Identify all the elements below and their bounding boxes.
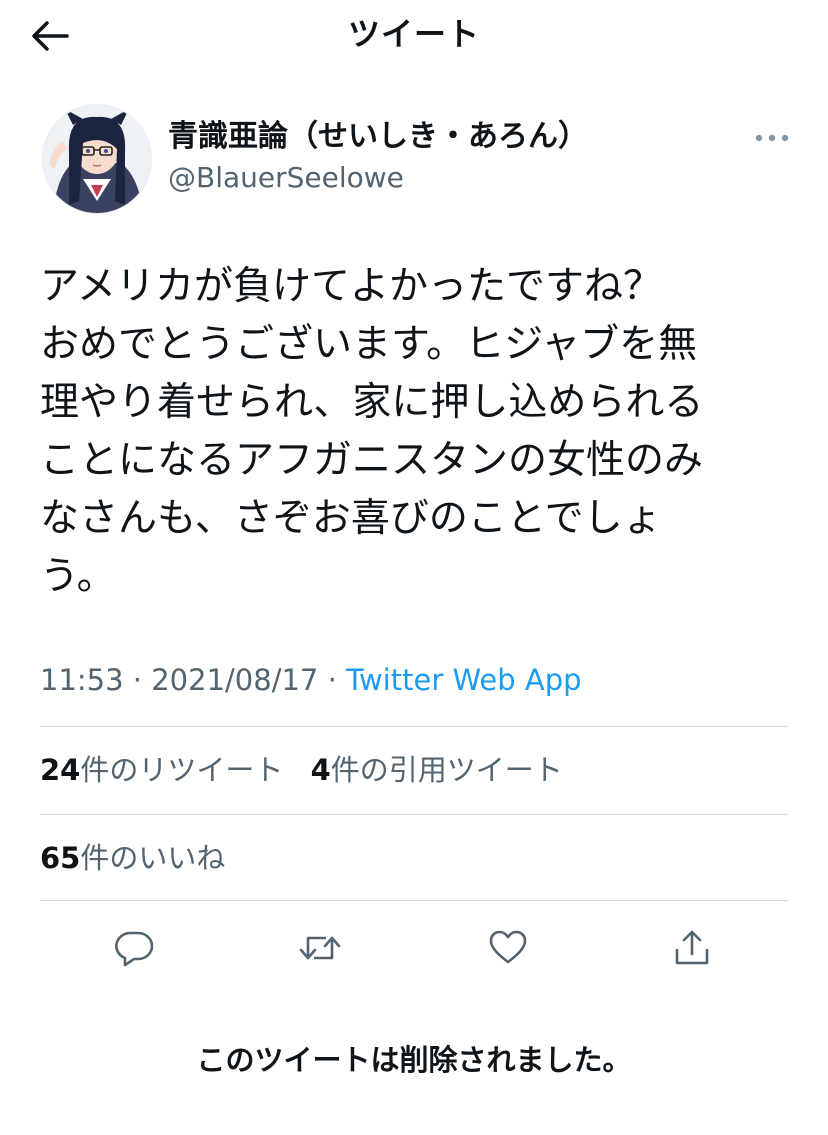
share-icon bbox=[675, 930, 709, 965]
likes-stats-row: 65件のいいね bbox=[40, 838, 225, 878]
author-display-name[interactable]: 青識亜論（せいしき・あろん） bbox=[168, 118, 588, 156]
quote-tweets-stat[interactable]: 4件の引用ツイート bbox=[311, 753, 563, 787]
retweets-stat[interactable]: 24件のリツイート bbox=[40, 753, 283, 787]
divider bbox=[40, 900, 788, 901]
more-options-button[interactable] bbox=[752, 124, 792, 152]
engagement-stats-row: 24件のリツイート 4件の引用ツイート bbox=[40, 750, 563, 790]
meta-separator: · bbox=[132, 663, 143, 697]
reply-icon bbox=[115, 931, 154, 967]
retweet-button[interactable] bbox=[298, 926, 342, 970]
share-button[interactable] bbox=[670, 926, 714, 970]
retweets-label: 件のリツイート bbox=[80, 753, 284, 787]
divider bbox=[40, 814, 788, 815]
quotes-label: 件の引用ツイート bbox=[330, 753, 563, 787]
tweet-text-line: う。 bbox=[40, 554, 116, 599]
top-bar: ツイート bbox=[0, 0, 828, 72]
deleted-tweet-notice: このツイートは削除されました。 bbox=[196, 1043, 632, 1077]
tweet-text-line: 理やり着せられ、家に押し込められる bbox=[40, 380, 704, 425]
tweet-metadata: 11:53 · 2021/08/17 · Twitter Web App bbox=[40, 660, 582, 700]
tweet-text-line: なさんも、さぞお喜びのことでしょ bbox=[40, 496, 662, 541]
avatar[interactable] bbox=[42, 104, 152, 214]
retweet-icon bbox=[299, 936, 341, 960]
more-horizontal-icon bbox=[755, 134, 789, 142]
tweet-text-line: アメリカが負けてよかったですね？ bbox=[40, 264, 663, 309]
likes-label: 件のいいね bbox=[80, 841, 226, 875]
reply-button[interactable] bbox=[112, 926, 156, 970]
tweet-text: アメリカが負けてよかったですね？ おめでとうございます。ヒジャブを無 理やり着せ… bbox=[40, 258, 800, 606]
tweet-date[interactable]: 2021/08/17 bbox=[151, 663, 318, 697]
retweets-count: 24 bbox=[40, 753, 81, 787]
meta-separator: · bbox=[327, 663, 337, 697]
quotes-count: 4 bbox=[310, 753, 331, 787]
tweet-source-link[interactable]: Twitter Web App bbox=[346, 663, 582, 697]
action-bar bbox=[0, 918, 828, 978]
page-title: ツイート bbox=[347, 15, 480, 53]
tweet-text-line: ことになるアフガニスタンの女性のみ bbox=[40, 438, 704, 483]
tweet-text-line: おめでとうございます。ヒジャブを無 bbox=[40, 322, 698, 367]
divider bbox=[40, 726, 788, 727]
anime-girl-avatar-image bbox=[43, 105, 151, 213]
author-handle[interactable]: @BlauerSeelowe bbox=[168, 160, 404, 196]
tweet-time[interactable]: 11:53 bbox=[40, 663, 124, 697]
like-icon bbox=[489, 930, 527, 964]
like-button[interactable] bbox=[486, 926, 530, 970]
likes-stat[interactable]: 65件のいいね bbox=[40, 841, 225, 875]
likes-count: 65 bbox=[40, 841, 81, 875]
